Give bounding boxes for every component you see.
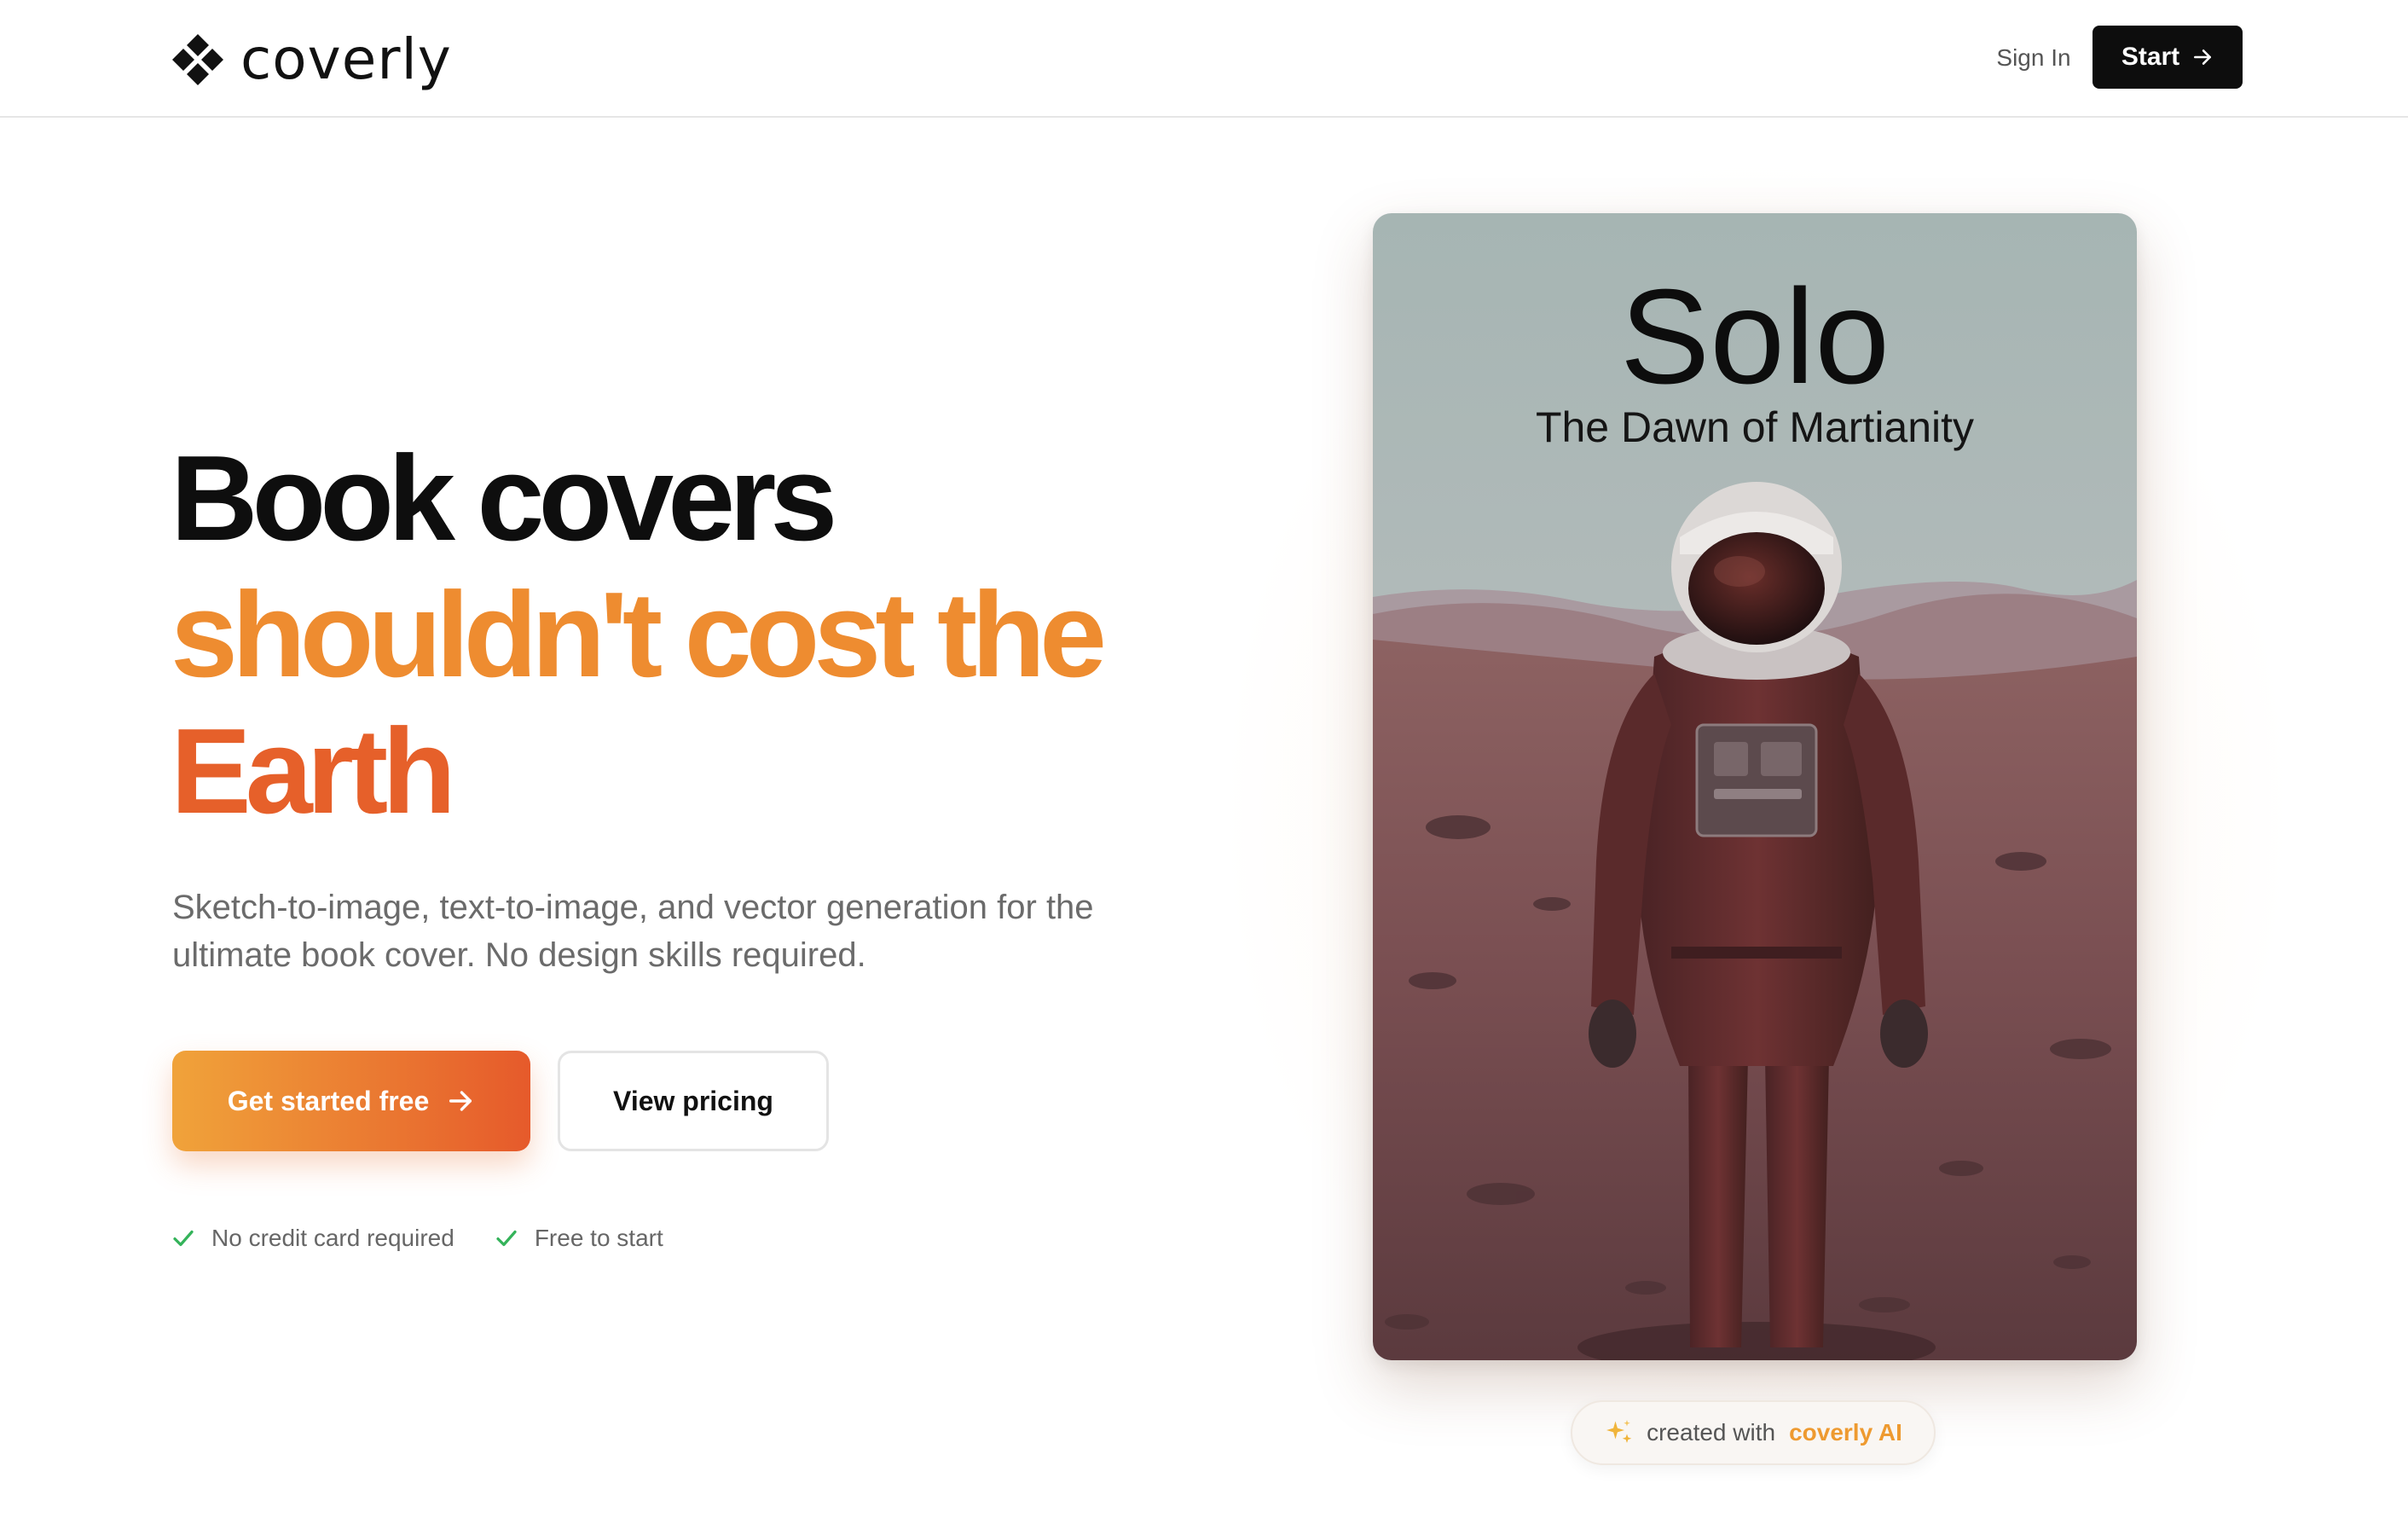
- check-icon: [173, 1230, 194, 1247]
- sparkle-icon: [1606, 1420, 1632, 1443]
- headline-line-1: Book covers: [171, 431, 837, 566]
- check-icon: [496, 1230, 517, 1247]
- hero-headline: Book covers shouldn't cost the Earth: [171, 431, 1194, 840]
- view-pricing-button[interactable]: View pricing: [558, 1051, 829, 1151]
- hero-subtitle: Sketch-to-image, text-to-image, and vect…: [172, 889, 1094, 974]
- feature-checks: No credit card required Free to start: [171, 1221, 703, 1255]
- check-item-no-credit-card: No credit card required: [171, 1225, 454, 1252]
- logo-mark-icon: [172, 34, 223, 85]
- sign-in-link[interactable]: Sign In: [1978, 36, 2089, 80]
- check-item-free-to-start: Free to start: [494, 1225, 663, 1252]
- created-with-badge: created with coverly AI: [1571, 1400, 1936, 1465]
- get-started-button[interactable]: Get started free: [172, 1051, 530, 1151]
- get-started-label: Get started free: [227, 1085, 430, 1116]
- brand-name: coverly: [240, 26, 452, 92]
- check-label: Free to start: [534, 1225, 663, 1251]
- headline-line-2: shouldn't cost the: [171, 567, 1107, 703]
- cover-subtitle: The Dawn of Martianity: [1535, 403, 1975, 451]
- badge-prefix: created with: [1647, 1419, 1776, 1446]
- headline-line-3: Earth: [171, 704, 456, 839]
- cover-title: Solo: [1619, 262, 1890, 412]
- badge-brand: coverly AI: [1789, 1419, 1902, 1446]
- book-cover-preview: Solo The Dawn of Martianity: [1373, 213, 2137, 1360]
- site-header: coverly Sign In Start: [0, 0, 2408, 118]
- check-label: No credit card required: [211, 1225, 454, 1251]
- arrow-right-icon: [2194, 49, 2212, 65]
- brand-logo[interactable]: coverly: [171, 26, 452, 94]
- start-button[interactable]: Start: [2093, 26, 2243, 89]
- start-button-label: Start: [2121, 43, 2180, 71]
- arrow-right-icon: [449, 1091, 472, 1111]
